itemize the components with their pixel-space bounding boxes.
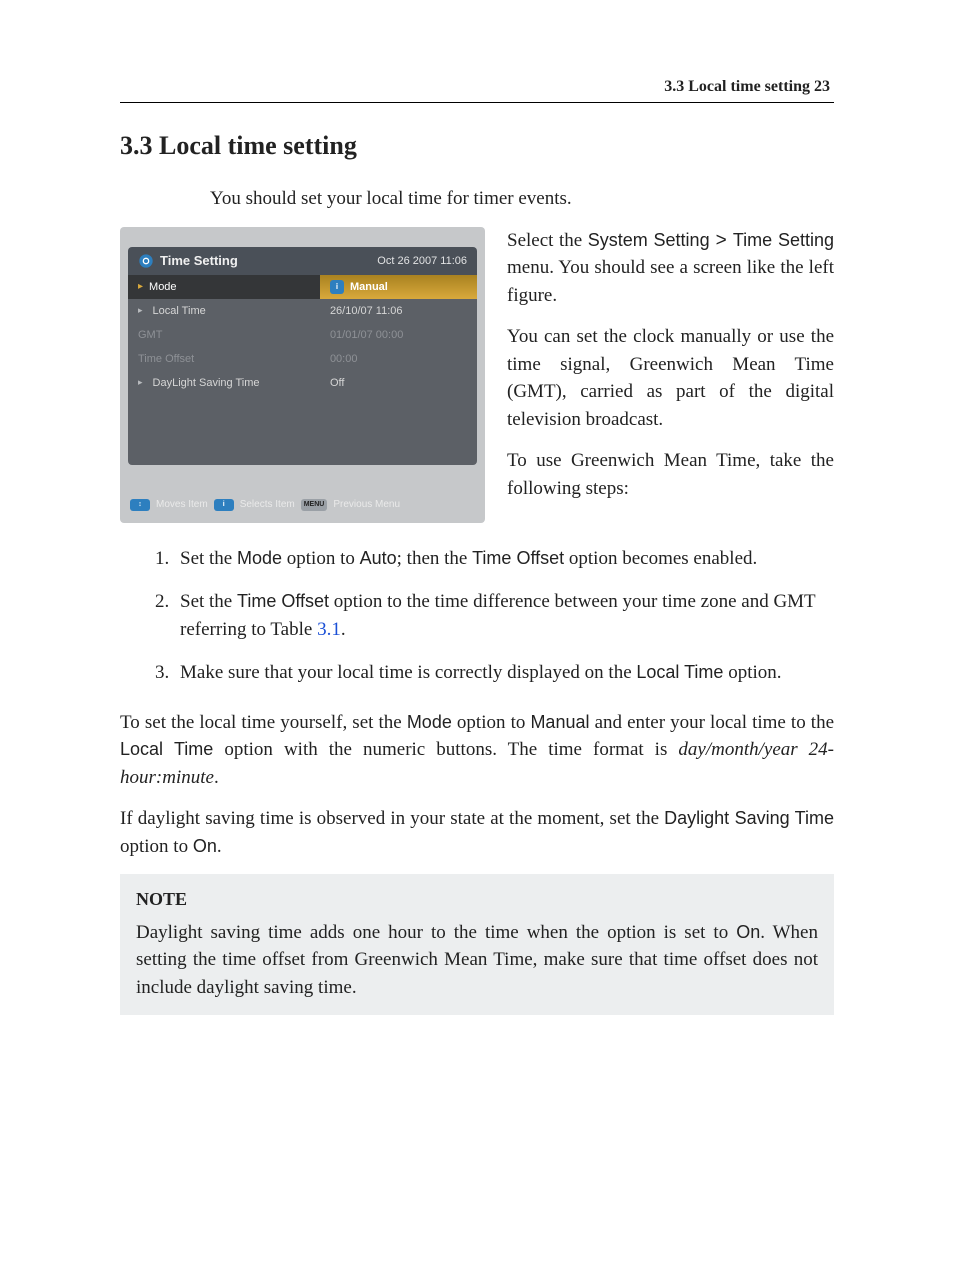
option-daylight-saving-time: Daylight Saving Time (664, 808, 834, 828)
list-item: Make sure that your local time is correc… (174, 659, 834, 687)
selected-row-label: Mode (149, 281, 177, 293)
option-on: On (193, 836, 217, 856)
row-label: Local Time (153, 305, 206, 317)
steps-list: Set the Mode option to Auto; then the Ti… (120, 545, 834, 687)
row-value: 00:00 (330, 353, 358, 365)
intro-paragraph: You should set your local time for timer… (120, 185, 834, 213)
table-row: ▸ DayLight Saving Time Off (128, 371, 477, 395)
list-item: Set the Time Offset option to the time d… (174, 588, 834, 643)
row-label: GMT (138, 329, 162, 341)
option-time-offset: Time Offset (237, 591, 329, 611)
option-mode: Mode (237, 548, 282, 568)
selected-row: ▸ Mode i Manual (128, 275, 477, 299)
option-on: On (736, 922, 760, 942)
option-local-time: Local Time (120, 739, 213, 759)
row-label: Time Offset (138, 353, 194, 365)
table-reference-link[interactable]: 3.1 (317, 619, 341, 640)
after-paragraph-1: To set the local time yourself, set the … (120, 709, 834, 792)
page: 3.3 Local time setting 23 3.3 Local time… (0, 0, 954, 1272)
note-box: NOTE Daylight saving time adds one hour … (120, 874, 834, 1015)
row-value: 26/10/07 11:06 (330, 305, 403, 317)
section-heading: 3.3 Local time setting (120, 131, 834, 161)
gear-icon (138, 253, 154, 269)
figure-and-text-block: Time Setting Oct 26 2007 11:06 ▸ Mode i … (120, 227, 834, 523)
after-paragraph-2: If daylight saving time is observed in y… (120, 805, 834, 860)
hint-moves: Moves Item (156, 499, 208, 510)
table-row: Time Offset 00:00 (128, 347, 477, 371)
panel-timestamp: Oct 26 2007 11:06 (377, 255, 467, 267)
selected-row-value: Manual (350, 281, 388, 293)
menu-path-time-setting: Time Setting (733, 230, 834, 250)
option-local-time: Local Time (636, 662, 723, 682)
panel-hints: ↕ Moves Item i Selects Item MENU Previou… (128, 499, 477, 511)
option-mode: Mode (407, 712, 452, 732)
row-value: 01/01/07 00:00 (330, 329, 403, 341)
list-item: Set the Mode option to Auto; then the Ti… (174, 545, 834, 573)
option-time-offset: Time Offset (472, 548, 564, 568)
chevron-right-icon: ▸ (138, 305, 143, 316)
chevron-right-icon: ▸ (138, 281, 143, 292)
header-rule (120, 102, 834, 103)
arrows-icon: ↕ (130, 499, 150, 511)
menu-path-system-setting: System Setting (588, 230, 710, 250)
gt-symbol: > (710, 230, 733, 251)
note-body: Daylight saving time adds one hour to th… (136, 919, 818, 1002)
hint-selects: Selects Item (240, 499, 295, 510)
table-row: GMT 01/01/07 00:00 (128, 323, 477, 347)
panel-body: ▸ Local Time 26/10/07 11:06 GMT 01/01/07 … (128, 299, 477, 465)
ok-icon: i (214, 499, 234, 511)
time-setting-screenshot: Time Setting Oct 26 2007 11:06 ▸ Mode i … (120, 227, 485, 523)
running-header: 3.3 Local time setting 23 (120, 78, 834, 96)
row-label: DayLight Saving Time (153, 377, 260, 389)
table-row: ▸ Local Time 26/10/07 11:06 (128, 299, 477, 323)
option-manual: Manual (530, 712, 589, 732)
panel-title-row: Time Setting Oct 26 2007 11:06 (128, 247, 477, 275)
row-value: Off (330, 377, 344, 389)
panel-title: Time Setting (160, 253, 238, 268)
option-auto: Auto (360, 548, 397, 568)
chevron-right-icon: ▸ (138, 377, 143, 388)
note-title: NOTE (136, 886, 818, 912)
ok-icon: i (330, 280, 344, 294)
menu-badge: MENU (301, 499, 328, 511)
hint-prev: Previous Menu (333, 499, 400, 510)
